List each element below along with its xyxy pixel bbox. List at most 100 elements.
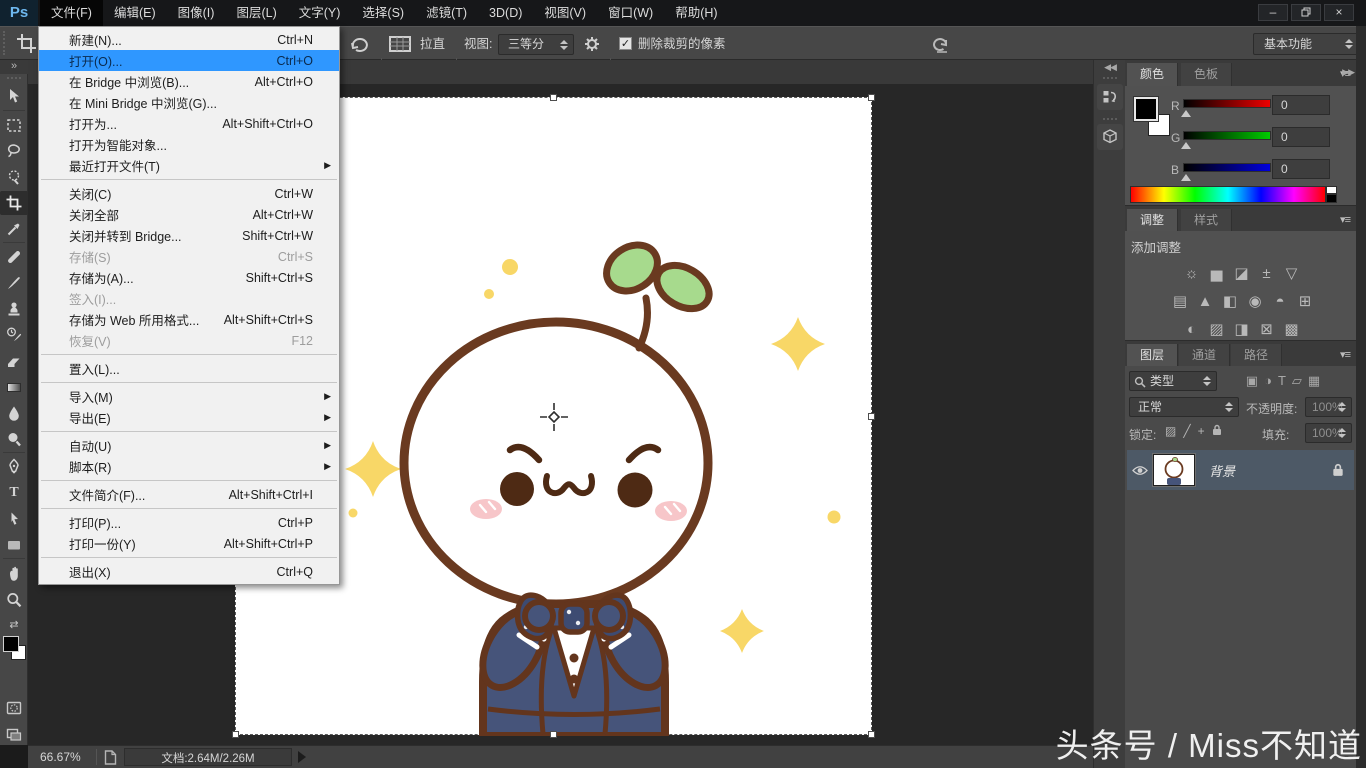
expand-dock-icon[interactable]: ▶▶: [1342, 67, 1354, 78]
menu-item-print-one-copy[interactable]: 打印一份(Y)Alt+Shift+Ctrl+P: [39, 533, 339, 554]
clone-stamp-tool[interactable]: [0, 297, 28, 321]
channel-g-value[interactable]: 0: [1272, 127, 1330, 147]
channel-r-slider[interactable]: [1183, 99, 1271, 108]
selective-color-icon[interactable]: ▩: [1279, 319, 1304, 341]
rectangle-shape-tool[interactable]: [0, 533, 28, 557]
blend-mode-select[interactable]: 正常: [1129, 397, 1239, 417]
3d-panel-icon[interactable]: [1097, 124, 1123, 150]
color-foreground-swatch[interactable]: [1134, 97, 1158, 121]
straighten-button[interactable]: 拉直: [420, 27, 445, 61]
menu-item-new[interactable]: 新建(N)...Ctrl+N: [39, 29, 339, 50]
menu-item-save-as[interactable]: 存储为(A)...Shift+Ctrl+S: [39, 267, 339, 288]
menu-edit[interactable]: 编辑(E): [103, 0, 167, 26]
layer-filter-select[interactable]: 类型: [1129, 371, 1217, 391]
menu-item-browse-in-bridge[interactable]: 在 Bridge 中浏览(B)...Alt+Ctrl+O: [39, 71, 339, 92]
crop-options-gear-icon[interactable]: [582, 34, 604, 55]
zoom-tool[interactable]: [0, 588, 28, 612]
reset-crop-icon[interactable]: [930, 35, 952, 54]
channel-g-slider[interactable]: [1183, 131, 1271, 140]
collapse-panels-icon[interactable]: ◀◀: [1094, 62, 1126, 73]
channel-b-value[interactable]: 0: [1272, 159, 1330, 179]
history-panel-icon[interactable]: [1097, 84, 1123, 110]
foreground-background-colors[interactable]: [3, 636, 27, 662]
eraser-tool[interactable]: [0, 349, 28, 373]
channel-g-thumb[interactable]: [1181, 142, 1191, 149]
layer-row-background[interactable]: 背景: [1127, 450, 1354, 490]
spectrum-white-swatch[interactable]: [1326, 186, 1337, 194]
menu-item-export[interactable]: 导出(E)▶: [39, 407, 339, 428]
invert-icon[interactable]: ◐: [1179, 319, 1204, 341]
rectangular-marquee-tool[interactable]: [0, 113, 28, 137]
crop-handle-middle-right[interactable]: [868, 413, 875, 420]
menu-item-close-and-go-to-bridge[interactable]: 关闭并转到 Bridge...Shift+Ctrl+W: [39, 225, 339, 246]
menu-file[interactable]: 文件(F): [40, 0, 103, 26]
minimize-button[interactable]: –: [1258, 4, 1288, 21]
color-lookup-icon[interactable]: ⊞: [1293, 291, 1318, 313]
tab-swatches[interactable]: 色板: [1181, 63, 1232, 86]
panel-menu-icon[interactable]: ▾≡: [1340, 213, 1350, 226]
menu-item-close[interactable]: 关闭(C)Ctrl+W: [39, 183, 339, 204]
color-balance-icon[interactable]: ▲: [1193, 291, 1218, 313]
history-brush-tool[interactable]: [0, 323, 28, 347]
tab-color[interactable]: 颜色: [1127, 63, 1178, 86]
brush-tool[interactable]: [0, 271, 28, 295]
posterize-icon[interactable]: ▨: [1204, 319, 1229, 341]
zoom-level-field[interactable]: 66.67%: [40, 746, 81, 768]
lock-all-icon[interactable]: [1212, 424, 1222, 436]
layer-visibility-eye-icon[interactable]: [1127, 465, 1153, 476]
lock-transparent-pixels-icon[interactable]: ▨: [1165, 424, 1183, 438]
tab-styles[interactable]: 样式: [1181, 209, 1232, 232]
menu-image[interactable]: 图像(I): [167, 0, 226, 26]
status-options-arrow[interactable]: [298, 751, 306, 763]
tab-paths[interactable]: 路径: [1231, 344, 1282, 367]
channel-b-thumb[interactable]: [1181, 174, 1191, 181]
menu-help[interactable]: 帮助(H): [664, 0, 728, 26]
color-spectrum-ramp[interactable]: [1130, 186, 1326, 203]
menu-item-close-all[interactable]: 关闭全部Alt+Ctrl+W: [39, 204, 339, 225]
menu-item-place[interactable]: 置入(L)...: [39, 358, 339, 379]
workspace-select[interactable]: 基本功能: [1253, 33, 1359, 55]
menu-item-open-recent[interactable]: 最近打开文件(T)▶: [39, 155, 339, 176]
threshold-icon[interactable]: ◨: [1229, 319, 1254, 341]
channel-r-thumb[interactable]: [1181, 110, 1191, 117]
opacity-value[interactable]: 100%: [1305, 397, 1352, 417]
menu-select[interactable]: 选择(S): [351, 0, 415, 26]
lock-image-pixels-icon[interactable]: ╱: [1183, 424, 1197, 438]
pen-tool[interactable]: [0, 455, 28, 479]
menu-item-open[interactable]: 打开(O)...Ctrl+O: [39, 50, 339, 71]
menu-filter[interactable]: 滤镜(T): [415, 0, 478, 26]
crop-handle-bottom-center[interactable]: [550, 731, 557, 738]
menu-item-automate[interactable]: 自动(U)▶: [39, 435, 339, 456]
channel-b-slider[interactable]: [1183, 163, 1271, 172]
filter-shape-layers-icon[interactable]: ▱: [1292, 373, 1308, 388]
menu-item-open-as-smart-object[interactable]: 打开为智能对象...: [39, 134, 339, 155]
menu-type[interactable]: 文字(Y): [288, 0, 352, 26]
levels-icon[interactable]: ▅: [1204, 263, 1229, 285]
move-tool[interactable]: [0, 84, 28, 108]
black-white-icon[interactable]: ◧: [1218, 291, 1243, 313]
gradient-tool[interactable]: [0, 375, 28, 399]
rotate-crop-icon[interactable]: [349, 34, 371, 54]
menu-item-save-for-web[interactable]: 存储为 Web 所用格式...Alt+Shift+Ctrl+S: [39, 309, 339, 330]
swap-colors-icon[interactable]: ⇄: [0, 616, 28, 632]
channel-mixer-icon[interactable]: ◓: [1268, 291, 1293, 313]
crop-tool-preset-icon[interactable]: [15, 32, 39, 54]
menu-item-scripts[interactable]: 脚本(R)▶: [39, 456, 339, 477]
menu-view[interactable]: 视图(V): [533, 0, 597, 26]
filter-smart-objects-icon[interactable]: ▦: [1308, 373, 1326, 388]
photo-filter-icon[interactable]: ◉: [1243, 291, 1268, 313]
tab-adjustments[interactable]: 调整: [1127, 209, 1178, 232]
tab-layers[interactable]: 图层: [1127, 344, 1178, 367]
gradient-map-icon[interactable]: ⊠: [1254, 319, 1279, 341]
hue-saturation-icon[interactable]: ▤: [1168, 291, 1193, 313]
panel-menu-icon[interactable]: ▾≡: [1340, 348, 1350, 361]
screen-mode-icon[interactable]: [0, 722, 28, 746]
fill-value[interactable]: 100%: [1305, 423, 1352, 443]
filter-pixel-layers-icon[interactable]: ▣: [1246, 373, 1264, 388]
crop-handle-bottom-left[interactable]: [232, 731, 239, 738]
lasso-tool[interactable]: [0, 139, 28, 163]
exposure-icon[interactable]: ±: [1254, 263, 1279, 285]
toolbar-expand-icon[interactable]: »: [0, 60, 28, 74]
menu-item-open-as[interactable]: 打开为...Alt+Shift+Ctrl+O: [39, 113, 339, 134]
hand-tool[interactable]: [0, 562, 28, 586]
